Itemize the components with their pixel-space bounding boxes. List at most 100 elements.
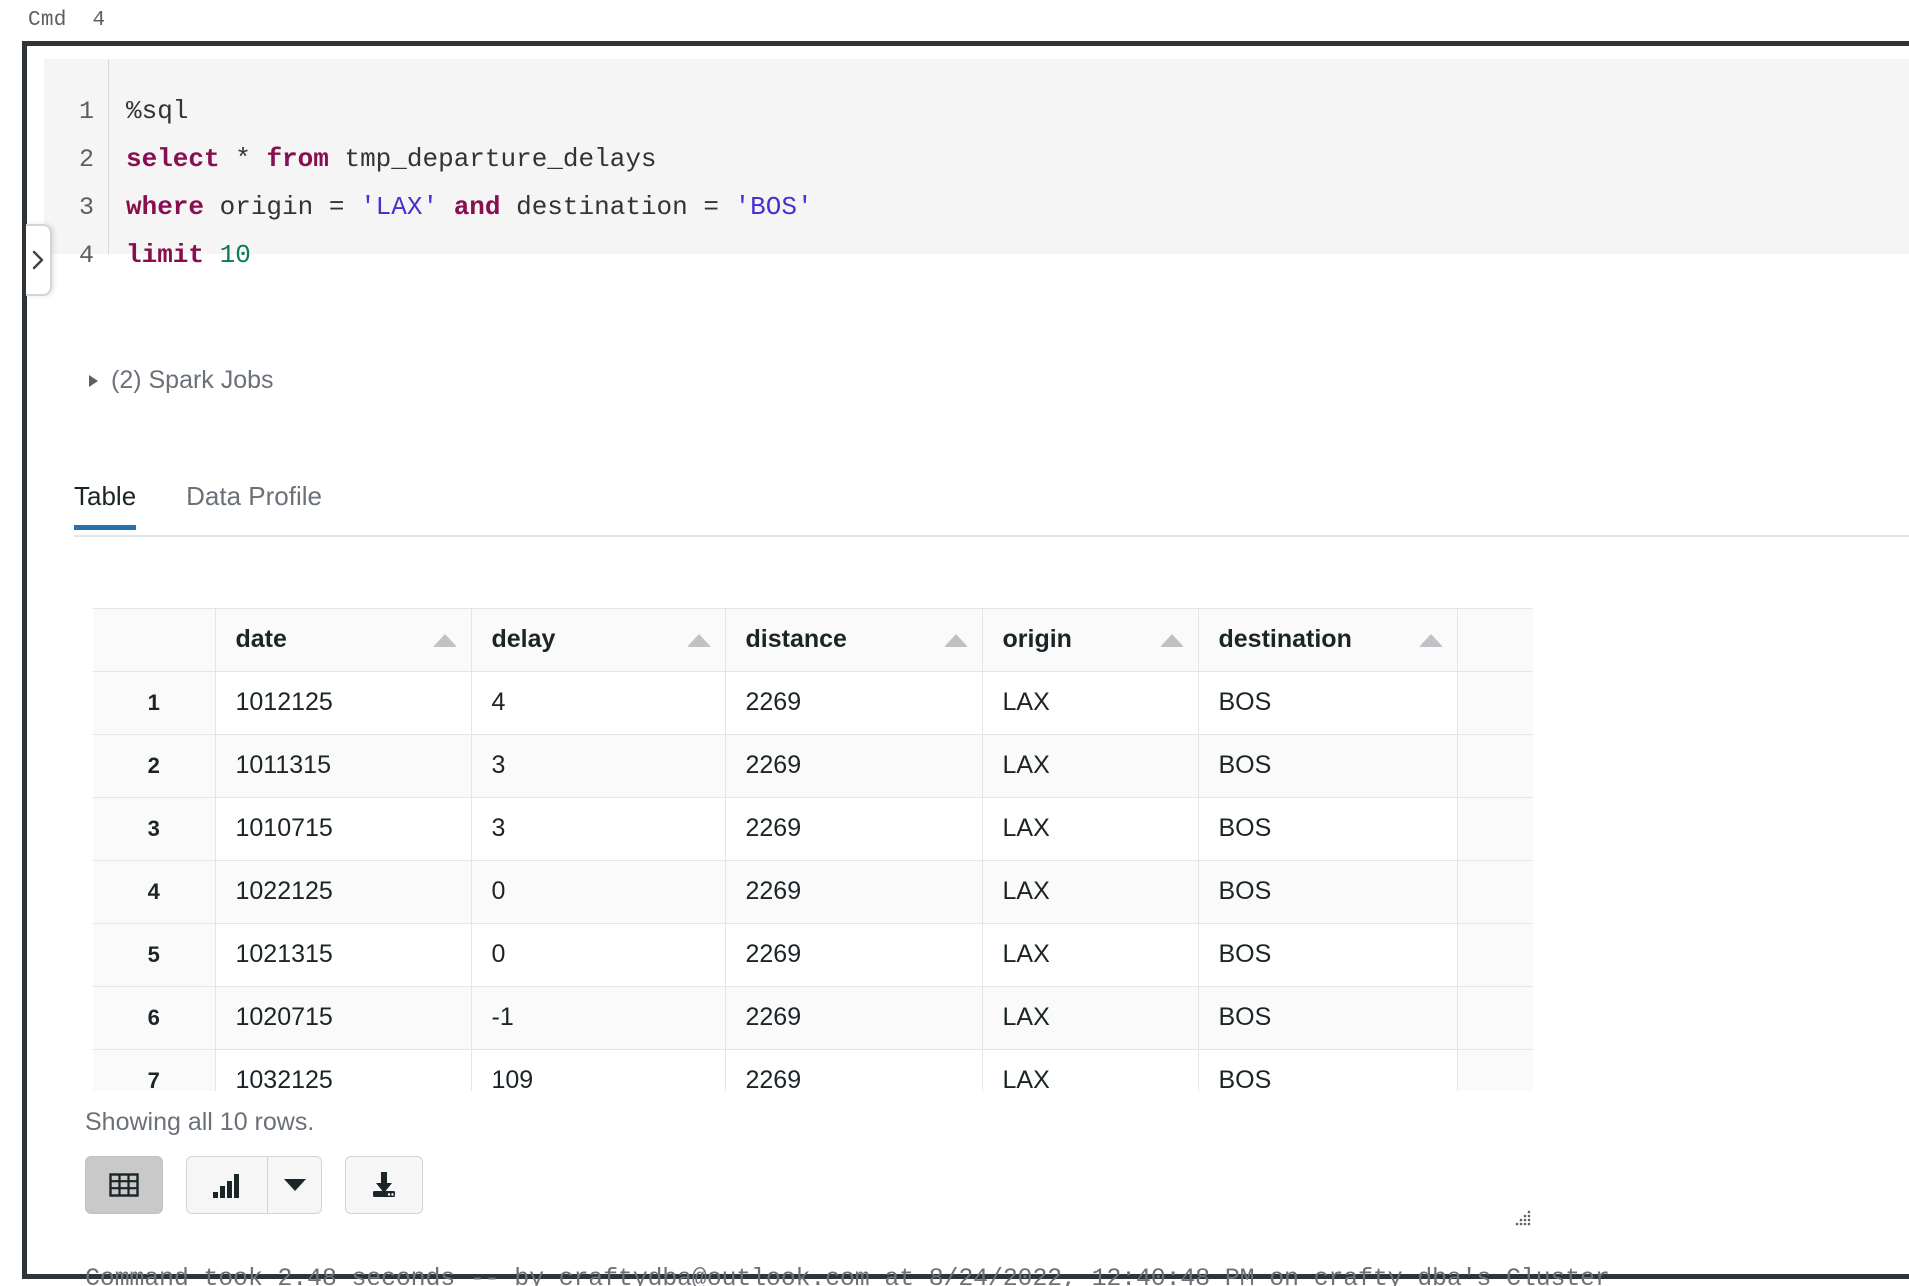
cell-spacer bbox=[1457, 797, 1533, 861]
chart-menu-button[interactable] bbox=[267, 1157, 321, 1213]
cell-distance: 2269 bbox=[725, 797, 983, 861]
table-row[interactable]: 7 1032125 109 2269 LAX BOS bbox=[93, 1049, 1533, 1091]
cell-date: 1011315 bbox=[215, 734, 472, 798]
tab-table[interactable]: Table bbox=[74, 481, 137, 530]
chart-view-split-button bbox=[186, 1156, 322, 1214]
cell-destination: BOS bbox=[1198, 1049, 1458, 1091]
line-number: 2 bbox=[78, 145, 94, 174]
chevron-down-icon bbox=[283, 1179, 306, 1191]
cell-delay: 4 bbox=[471, 671, 726, 735]
table-grid-icon bbox=[109, 1173, 139, 1197]
cell-distance: 2269 bbox=[725, 986, 983, 1050]
cell-distance: 2269 bbox=[725, 1049, 983, 1091]
results-table: date delay distance origin destination 1… bbox=[93, 609, 1533, 1091]
cell-date: 1020715 bbox=[215, 986, 472, 1050]
cell-destination: BOS bbox=[1198, 923, 1458, 987]
cell-rownum: 2 bbox=[93, 734, 216, 798]
results-toolbar bbox=[85, 1156, 423, 1214]
table-body: 1 1012125 4 2269 LAX BOS 2 1011315 3 2269 LAX BOS 3 1… bbox=[93, 671, 1533, 1091]
spark-jobs-label: (2) Spark Jobs bbox=[111, 366, 274, 394]
cell-date: 1032125 bbox=[215, 1049, 472, 1091]
download-icon bbox=[373, 1172, 395, 1197]
sql-code-editor[interactable]: 1 %sql 2 select * from tmp_departure_delays… bbox=[44, 59, 1909, 270]
spark-jobs-toggle[interactable]: (2) Spark Jobs bbox=[89, 366, 274, 395]
cell-date: 1010715 bbox=[215, 797, 472, 861]
cell-destination: BOS bbox=[1198, 986, 1458, 1050]
sort-asc-icon[interactable] bbox=[686, 633, 711, 647]
download-results-button[interactable] bbox=[345, 1156, 423, 1214]
header-date[interactable]: date bbox=[215, 609, 472, 672]
header-origin-label: origin bbox=[1002, 625, 1072, 654]
code-text: where origin = 'LAX' and destination = '… bbox=[126, 192, 813, 222]
code-text: %sql bbox=[126, 96, 189, 126]
table-row[interactable]: 4 1022125 0 2269 LAX BOS bbox=[93, 860, 1533, 924]
cell-delay: 0 bbox=[471, 923, 726, 987]
cell-rownum: 4 bbox=[93, 860, 216, 924]
cell-spacer bbox=[1457, 923, 1533, 987]
sort-asc-icon[interactable] bbox=[1418, 633, 1443, 647]
code-line: 3 where origin = 'LAX' and destination = … bbox=[44, 183, 1909, 231]
cmd-label: Cmd 4 bbox=[28, 9, 106, 32]
sort-asc-icon[interactable] bbox=[1159, 633, 1184, 647]
cell-origin: LAX bbox=[982, 860, 1199, 924]
cell-destination: BOS bbox=[1198, 734, 1458, 798]
chart-view-button[interactable] bbox=[187, 1157, 267, 1213]
table-row[interactable]: 5 1021315 0 2269 LAX BOS bbox=[93, 923, 1533, 987]
header-rownum bbox=[93, 609, 216, 672]
tab-data-profile[interactable]: Data Profile bbox=[186, 481, 322, 528]
cell-date: 1022125 bbox=[215, 860, 472, 924]
command-cell: 1 %sql 2 select * from tmp_departure_delays… bbox=[22, 41, 1909, 1286]
collapse-cell-chevron-right-icon[interactable] bbox=[26, 224, 52, 296]
cell-origin: LAX bbox=[982, 986, 1199, 1050]
line-number: 1 bbox=[78, 97, 94, 126]
cell-destination: BOS bbox=[1198, 860, 1458, 924]
code-lines: 1 %sql 2 select * from tmp_departure_delays… bbox=[44, 87, 1909, 279]
header-spacer bbox=[1457, 609, 1533, 672]
line-number: 3 bbox=[78, 193, 94, 222]
header-date-label: date bbox=[235, 625, 287, 654]
cell-rownum: 6 bbox=[93, 986, 216, 1050]
cell-origin: LAX bbox=[982, 734, 1199, 798]
code-line: 2 select * from tmp_departure_delays bbox=[44, 135, 1909, 183]
cell-origin: LAX bbox=[982, 923, 1199, 987]
cell-origin: LAX bbox=[982, 1049, 1199, 1091]
notebook-cell-screenshot: Cmd 4 1 %sql 2 select * from tmp_departure_… bbox=[0, 0, 1909, 1286]
code-line: 1 %sql bbox=[44, 87, 1909, 135]
cell-distance: 2269 bbox=[725, 671, 983, 735]
cell-destination: BOS bbox=[1198, 671, 1458, 735]
cell-origin: LAX bbox=[982, 797, 1199, 861]
command-status-line: Command took 2.48 seconds -- by craftydb… bbox=[85, 1264, 1610, 1286]
table-row[interactable]: 1 1012125 4 2269 LAX BOS bbox=[93, 671, 1533, 735]
cell-delay: -1 bbox=[471, 986, 726, 1050]
cell-delay: 3 bbox=[471, 797, 726, 861]
cell-spacer bbox=[1457, 1049, 1533, 1091]
code-text: select * from tmp_departure_delays bbox=[126, 144, 657, 174]
bar-chart-icon bbox=[213, 1174, 239, 1198]
cell-delay: 109 bbox=[471, 1049, 726, 1091]
header-distance-label: distance bbox=[745, 625, 847, 654]
header-origin[interactable]: origin bbox=[982, 609, 1199, 672]
resize-grip-handle[interactable] bbox=[1513, 1208, 1533, 1228]
code-text: limit 10 bbox=[126, 240, 251, 270]
header-delay-label: delay bbox=[491, 625, 556, 654]
results-table-scroll[interactable]: date delay distance origin destination 1… bbox=[93, 608, 1533, 1091]
cell-date: 1012125 bbox=[215, 671, 472, 735]
table-view-button[interactable] bbox=[85, 1156, 163, 1214]
table-row[interactable]: 3 1010715 3 2269 LAX BOS bbox=[93, 797, 1533, 861]
cell-spacer bbox=[1457, 860, 1533, 924]
sort-asc-icon[interactable] bbox=[432, 633, 457, 647]
table-row[interactable]: 2 1011315 3 2269 LAX BOS bbox=[93, 734, 1533, 798]
header-distance[interactable]: distance bbox=[725, 609, 983, 672]
header-destination-label: destination bbox=[1218, 625, 1352, 654]
header-destination[interactable]: destination bbox=[1198, 609, 1458, 672]
cell-rownum: 1 bbox=[93, 671, 216, 735]
sort-asc-icon[interactable] bbox=[943, 633, 968, 647]
cell-origin: LAX bbox=[982, 671, 1199, 735]
result-tabs: Table Data Profile bbox=[74, 481, 1909, 537]
cell-distance: 2269 bbox=[725, 734, 983, 798]
cell-destination: BOS bbox=[1198, 797, 1458, 861]
header-delay[interactable]: delay bbox=[471, 609, 726, 672]
code-line: 4 limit 10 bbox=[44, 231, 1909, 279]
chevron-right-icon bbox=[89, 374, 98, 387]
table-row[interactable]: 6 1020715 -1 2269 LAX BOS bbox=[93, 986, 1533, 1050]
